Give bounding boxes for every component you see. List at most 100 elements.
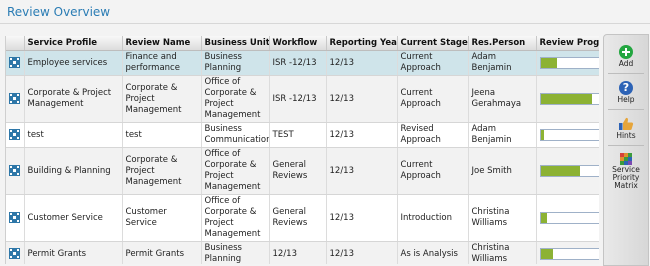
business-unit-cell: Office of Corporate & Project Management — [201, 75, 270, 123]
res-person-cell: Joe Smith — [468, 147, 537, 195]
header-row: Service Profile Review Name Business Uni… — [6, 36, 599, 51]
matrix-label: Service Priority Matrix — [612, 165, 640, 190]
res-person-cell: Jeena Gerahmaya — [468, 75, 537, 123]
service-profile-cell: Employee services — [24, 50, 123, 76]
expand-row-icon[interactable] — [9, 93, 21, 104]
reporting-year-cell: 12/13 — [326, 194, 398, 242]
row-icon-cell[interactable] — [6, 122, 25, 148]
table-row[interactable]: test test Business Communications TEST 12/13… — [6, 122, 599, 148]
workflow-cell: TEST — [269, 122, 327, 148]
review-name-cell: Corporate & Project Management — [122, 75, 202, 123]
current-stage-cell: Revised Approach — [397, 122, 469, 148]
row-icon-cell[interactable] — [6, 147, 25, 195]
res-person-cell: Adam Benjamin — [468, 50, 537, 76]
review-name-cell: Customer Service — [122, 194, 202, 242]
sidebar-divider — [608, 109, 644, 110]
workflow-cell: 12/13 — [269, 241, 327, 264]
review-progress-cell — [536, 75, 599, 123]
add-label: Add — [618, 59, 634, 68]
service-profile-cell: test — [24, 122, 123, 148]
current-stage-cell: Current Approach — [397, 50, 469, 76]
service-profile-cell: Permit Grants — [24, 241, 123, 264]
expand-row-icon[interactable] — [9, 248, 21, 259]
workflow-cell: ISR -12/13 — [269, 75, 327, 123]
res-person-cell: Adam Benjamin — [468, 122, 537, 148]
column-header[interactable]: Res.Person — [468, 36, 537, 51]
help-label: Help — [617, 95, 635, 104]
progress-bar-fill — [540, 93, 592, 104]
reporting-year-cell: 12/13 — [326, 147, 398, 195]
matrix-icon — [620, 153, 632, 165]
add-button[interactable]: Add — [604, 45, 648, 68]
table-row[interactable]: Corporate & Project Management Corporate … — [6, 75, 599, 123]
add-icon — [619, 45, 633, 59]
res-person-cell: Christina Williams — [468, 194, 537, 242]
hints-button[interactable]: Hints — [604, 117, 648, 140]
review-grid: Service Profile Review Name Business Uni… — [5, 36, 599, 264]
workflow-cell: ISR -12/13 — [269, 50, 327, 76]
reporting-year-cell: 12/13 — [326, 75, 398, 123]
thumbs-up-icon — [619, 117, 634, 130]
progress-bar — [539, 128, 599, 141]
reporting-year-cell: 12/13 — [326, 241, 398, 264]
column-header[interactable]: Review Progress — [536, 36, 599, 51]
sidebar-divider — [608, 73, 644, 74]
table-row[interactable]: Permit Grants Permit Grants Business Plann… — [6, 241, 599, 264]
column-header[interactable]: Business Unit — [201, 36, 270, 51]
column-header[interactable]: Reporting Year — [326, 36, 398, 51]
business-unit-cell: Business Planning — [201, 50, 270, 76]
expand-row-icon[interactable] — [9, 212, 21, 223]
sidebar-divider — [608, 145, 644, 146]
workflow-cell: General Reviews — [269, 194, 327, 242]
row-icon-cell[interactable] — [6, 50, 25, 76]
review-progress-cell — [536, 147, 599, 195]
review-name-cell: Corporate & Project Management — [122, 147, 202, 195]
table-row[interactable]: Employee services Finance and performance… — [6, 50, 599, 76]
service-profile-cell: Corporate & Project Management — [24, 75, 123, 123]
review-name-cell: Permit Grants — [122, 241, 202, 264]
progress-bar — [539, 247, 599, 260]
current-stage-cell: Current Approach — [397, 147, 469, 195]
review-progress-cell — [536, 122, 599, 148]
service-priority-matrix-button[interactable]: Service Priority Matrix — [604, 153, 648, 190]
row-icon-cell[interactable] — [6, 194, 25, 242]
expand-row-icon[interactable] — [9, 165, 21, 176]
business-unit-cell: Office of Corporate & Project Management — [201, 194, 270, 242]
reporting-year-cell: 12/13 — [326, 122, 398, 148]
reporting-year-cell: 12/13 — [326, 50, 398, 76]
review-name-cell: Finance and performance — [122, 50, 202, 76]
progress-bar-fill — [540, 129, 544, 140]
column-header[interactable]: Workflow — [269, 36, 327, 51]
row-icon-cell[interactable] — [6, 241, 25, 264]
action-sidebar: Add ? Help Hints Service Priority Matrix — [603, 34, 649, 266]
progress-bar-fill — [540, 57, 558, 68]
review-progress-cell — [536, 241, 599, 264]
workflow-cell: General Reviews — [269, 147, 327, 195]
business-unit-cell: Office of Corporate & Project Management — [201, 147, 270, 195]
column-header[interactable]: Current Stage — [397, 36, 469, 51]
column-header[interactable]: Service Profile — [24, 36, 123, 51]
review-progress-cell — [536, 194, 599, 242]
business-unit-cell: Business Planning — [201, 241, 270, 264]
service-profile-cell: Building & Planning — [24, 147, 123, 195]
column-header[interactable]: Review Name — [122, 36, 202, 51]
hints-label: Hints — [616, 131, 636, 140]
current-stage-cell: Current Approach — [397, 75, 469, 123]
service-profile-cell: Customer Service — [24, 194, 123, 242]
expand-row-icon[interactable] — [9, 57, 21, 68]
review-name-cell: test — [122, 122, 202, 148]
review-progress-cell — [536, 50, 599, 76]
current-stage-cell: As is Analysis — [397, 241, 469, 264]
progress-bar — [539, 92, 599, 105]
table-row[interactable]: Customer Service Customer Service Office o… — [6, 194, 599, 242]
row-icon-cell[interactable] — [6, 75, 25, 123]
expand-row-icon[interactable] — [9, 129, 21, 140]
progress-bar-fill — [540, 212, 547, 223]
icon-column-header — [6, 36, 25, 51]
business-unit-cell: Business Communications — [201, 122, 270, 148]
page-title: Review Overview — [7, 5, 111, 19]
help-button[interactable]: ? Help — [604, 81, 648, 104]
res-person-cell: Christina Williams — [468, 241, 537, 264]
table-row[interactable]: Building & Planning Corporate & Project M… — [6, 147, 599, 195]
help-icon: ? — [619, 81, 633, 95]
